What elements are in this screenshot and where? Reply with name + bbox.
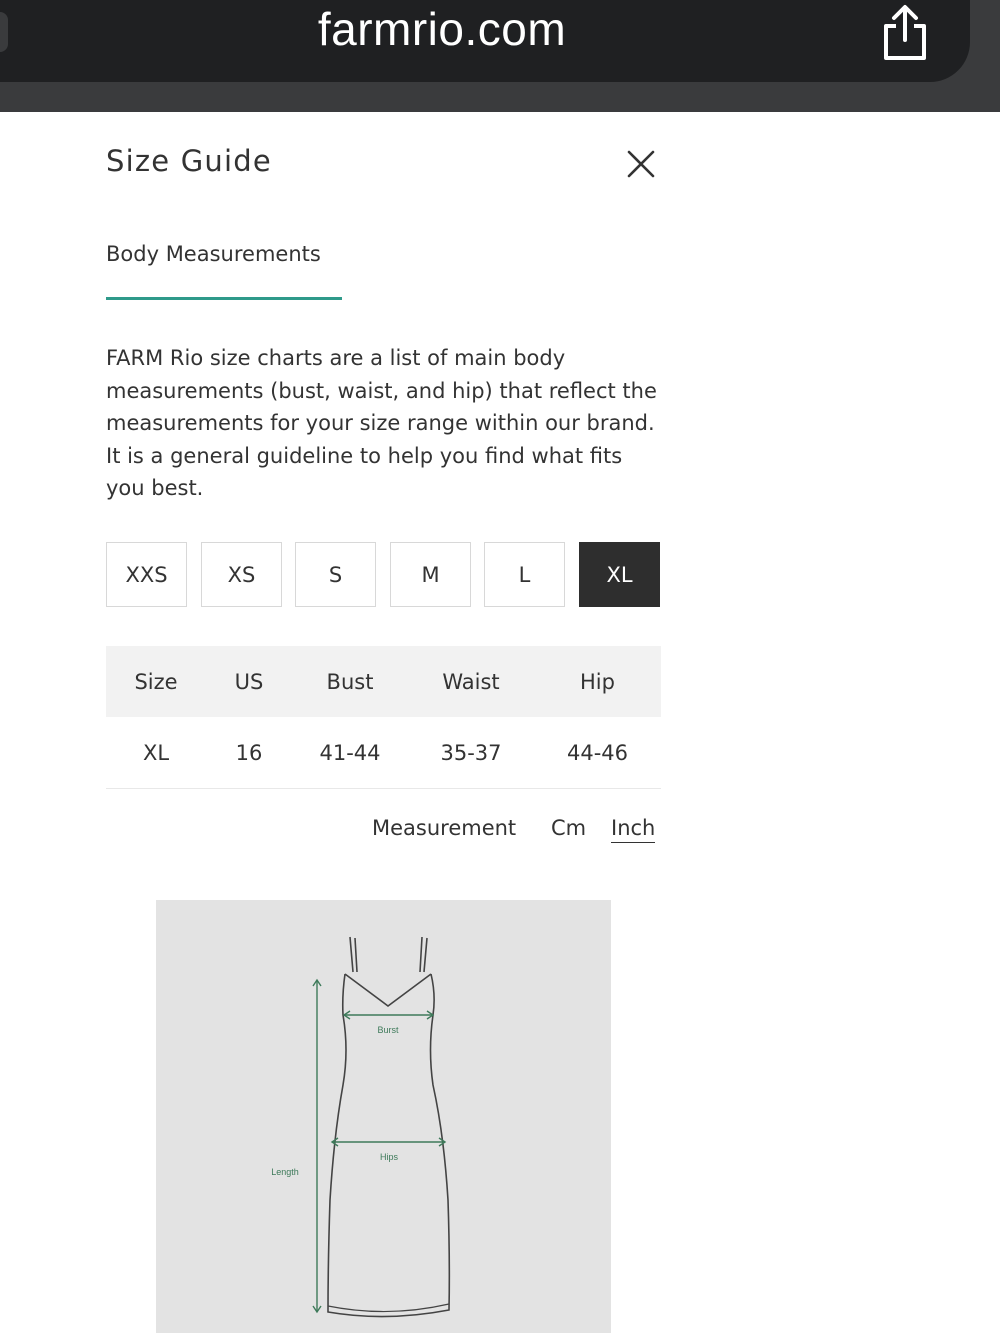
measurement-unit-toggle: Measurement Cm Inch [106, 816, 661, 848]
measurement-label: Measurement [372, 816, 517, 840]
active-tab-indicator [106, 297, 342, 300]
size-button-xxs[interactable]: XXS [106, 542, 187, 607]
bust-label: Burst [377, 1025, 399, 1035]
unit-option-cm[interactable]: Cm [551, 816, 586, 840]
close-icon[interactable] [624, 147, 658, 181]
header-bust: Bust [326, 669, 374, 694]
size-guide-title: Size Guide [106, 144, 272, 178]
cell-bust: 41-44 [319, 740, 381, 765]
share-icon[interactable] [878, 4, 932, 62]
cell-waist: 35-37 [440, 740, 502, 765]
cell-size: XL [142, 740, 170, 765]
tab-body-measurements[interactable]: Body Measurements [106, 242, 342, 266]
length-label: Length [271, 1167, 299, 1177]
size-table: Size US Bust Waist Hip XL 16 41-44 35-37… [106, 646, 661, 789]
hips-label: Hips [380, 1152, 399, 1162]
size-guide-description: FARM Rio size charts are a list of main … [106, 346, 657, 500]
size-button-s[interactable]: S [295, 542, 376, 607]
url-text[interactable]: farmrio.com [0, 2, 884, 56]
browser-toolbar: farmrio.com [0, 0, 1000, 112]
header-waist: Waist [442, 669, 500, 694]
table-header-row: Size US Bust Waist Hip [106, 646, 661, 717]
header-us: US [234, 669, 264, 694]
header-hip: Hip [580, 669, 615, 694]
dress-measurement-diagram: Burst Hips Length [156, 900, 611, 1333]
header-size: Size [134, 669, 178, 694]
url-bar[interactable]: farmrio.com [0, 0, 970, 82]
size-button-m[interactable]: M [390, 542, 471, 607]
cell-us: 16 [235, 740, 263, 765]
size-selector: XXS XS S M L XL [106, 542, 661, 607]
size-button-xl[interactable]: XL [579, 542, 660, 607]
cell-hip: 44-46 [566, 740, 629, 765]
size-button-l[interactable]: L [484, 542, 565, 607]
size-button-xs[interactable]: XS [201, 542, 282, 607]
unit-option-inch[interactable]: Inch [611, 816, 656, 843]
table-row: XL 16 41-44 35-37 44-46 [106, 717, 661, 789]
